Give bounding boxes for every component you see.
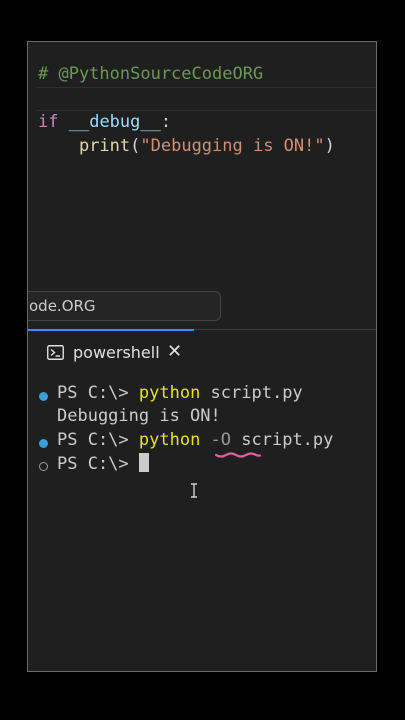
command-python: python [138, 430, 201, 450]
keyword-if: if [38, 112, 59, 132]
current-line-highlight [36, 87, 376, 111]
code-line-print: print("Debugging is ON!") [38, 136, 335, 156]
code-colon: : [160, 112, 172, 132]
prompt: PS C:\> [57, 430, 139, 450]
output-text: Debugging is ON! [57, 406, 221, 426]
code-line-if: if __debug__: [38, 112, 171, 132]
flag-underline [215, 452, 261, 458]
tab-label: powershell [73, 343, 160, 362]
code-editor[interactable]: # @PythonSourceCodeORG if __debug__: pri… [28, 42, 376, 292]
pending-command-dot [39, 462, 48, 471]
terminal-line-3: PS C:\> python -O script.py [57, 430, 333, 450]
command-args: script.py [200, 383, 303, 403]
terminal-output: Debugging is ON! [57, 406, 221, 426]
ibeam-cursor-icon [191, 483, 197, 498]
close-paren: ) [324, 136, 335, 156]
title-popup[interactable]: ode.ORG [28, 291, 221, 321]
terminal-cursor [138, 453, 149, 472]
close-icon[interactable]: ✕ [167, 341, 182, 362]
open-paren: ( [130, 136, 141, 156]
vscode-window: # @PythonSourceCodeORG if __debug__: pri… [27, 41, 377, 672]
code-comment: # @PythonSourceCodeORG [38, 64, 264, 84]
terminal-line-1: PS C:\> python script.py [57, 383, 303, 403]
print-function: print [78, 136, 131, 156]
command-success-dot[interactable] [39, 392, 48, 401]
tab-powershell[interactable]: powershell ✕ [28, 329, 194, 375]
prompt: PS C:\> [57, 383, 139, 403]
command-args: script.py [231, 430, 334, 450]
terminal-line-4[interactable]: PS C:\> [57, 453, 149, 474]
command-success-dot[interactable] [39, 439, 48, 448]
debug-variable: __debug__ [68, 112, 161, 132]
command-python: python [138, 383, 201, 403]
optimize-flag: -O [200, 430, 232, 450]
terminal-icon [47, 345, 64, 360]
prompt: PS C:\> [57, 454, 139, 474]
string-literal: "Debugging is ON!" [140, 136, 325, 156]
